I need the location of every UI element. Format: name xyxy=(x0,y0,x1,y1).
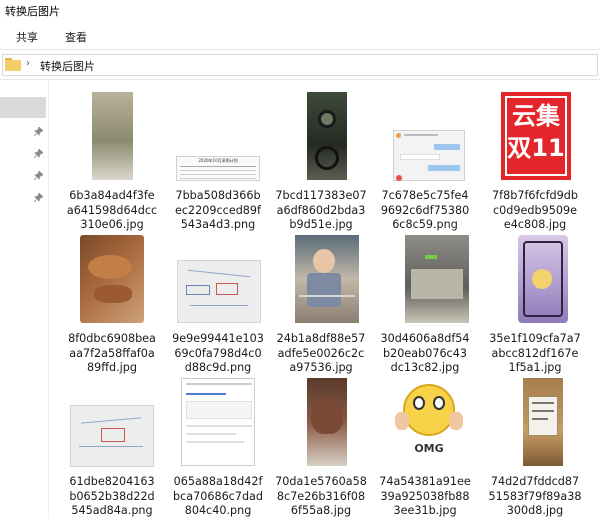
file-name-line: aa7f2a58ffaf0a xyxy=(69,346,155,360)
file-name-line: 3ee31b.jpg xyxy=(393,504,457,517)
file-name-line: 9692c6df75380 xyxy=(380,203,470,217)
file-name-line: 6c8c59.png xyxy=(392,218,458,231)
file-name-line: 7f8b7f6fcfd9db xyxy=(492,189,578,202)
file-name-line: 065a88a18d42f xyxy=(173,475,263,488)
file-name-line: 74a54381a91ee xyxy=(379,475,471,488)
title-bar: 转换后图片 xyxy=(0,0,600,24)
pin-icon[interactable] xyxy=(34,127,43,136)
file-name-line: 7bba508d366b xyxy=(175,189,261,202)
file-name-line: 30d4606a8df54 xyxy=(380,332,470,345)
image-icon xyxy=(483,233,587,325)
image-icon xyxy=(373,233,477,325)
file-name-line: a6df860d2bda3 xyxy=(276,203,366,217)
file-name-line: a97536.jpg xyxy=(289,361,353,374)
file-name-line: c0d9edb9509e xyxy=(493,203,577,217)
file-name-line: 804c40.png xyxy=(184,504,252,517)
file-name-line: 24b1a8df88e57 xyxy=(276,332,366,345)
file-grid: 6b3a84ad4f3fe a641598d64dcc 310e06.jpg 2… xyxy=(49,80,600,519)
file-name-line: abcc812df167e xyxy=(491,346,579,360)
file-name-line: 61dbe8204163 xyxy=(69,475,155,488)
address-input[interactable]: › 转换后图片 xyxy=(2,54,598,76)
file-name-line: dc13c82.jpg xyxy=(390,361,460,374)
file-name-line: 70da1e5760a58 xyxy=(275,475,367,488)
file-name-line: 7c678e5c75fe4 xyxy=(381,189,469,202)
address-bar: › 转换后图片 xyxy=(0,50,600,80)
file-name-line: 9e9e99441e103 xyxy=(172,332,264,345)
breadcrumb-current-folder[interactable]: 转换后图片 xyxy=(40,58,95,74)
file-name-line: 300d8.jpg xyxy=(506,504,564,517)
file-name-line: adfe5e0026c2c xyxy=(277,346,365,360)
image-icon xyxy=(166,233,270,325)
image-icon xyxy=(373,90,477,182)
image-icon xyxy=(60,90,164,182)
promo-text-line2: 双11 xyxy=(507,134,565,162)
folder-icon xyxy=(5,58,21,71)
chevron-right-icon[interactable]: › xyxy=(26,58,30,69)
file-name-line: 7bcd117383e07 xyxy=(275,189,367,202)
pin-icon[interactable] xyxy=(34,171,43,180)
file-name-line: a641598d64dcc xyxy=(66,203,158,217)
file-name-line: 35e1f109cfa7a7 xyxy=(489,332,581,345)
doc-heading: 2020年10月采购计划 xyxy=(198,158,238,163)
nav-item-selected[interactable] xyxy=(0,97,46,118)
window-title: 转换后图片 xyxy=(5,5,60,18)
file-name-line: 310e06.jpg xyxy=(80,218,144,231)
file-name-line: 543a4d3.png xyxy=(180,218,256,231)
file-name-line: b20eab076c43 xyxy=(383,346,467,360)
file-name-line: 6f55a8.jpg xyxy=(290,504,352,517)
file-name-line: ec2209cced89f xyxy=(175,203,261,217)
file-name-line: 1f5a1.jpg xyxy=(508,361,562,374)
file-name-line: b0652b38d22d xyxy=(69,489,155,503)
image-icon xyxy=(269,90,373,182)
file-name-line: 545ad84a.png xyxy=(71,504,153,517)
promo-text-line1: 云集 xyxy=(512,102,560,130)
image-icon xyxy=(166,376,270,468)
file-name-line: bca70686c7dad xyxy=(172,489,264,503)
file-name-line: d88c9d.png xyxy=(184,361,252,374)
tab-view[interactable]: 查看 xyxy=(65,29,87,45)
image-icon: 云集 双11 xyxy=(483,90,587,182)
emoji-caption: OMG xyxy=(414,442,444,455)
file-name-line: 89ffd.jpg xyxy=(87,361,137,374)
file-name-line: 6b3a84ad4f3fe xyxy=(69,189,155,202)
file-name-line: 8c7e26b316f08 xyxy=(276,489,366,503)
pin-icon[interactable] xyxy=(34,193,43,202)
image-icon xyxy=(269,233,373,325)
file-name-line: 74d2d7fddcd87 xyxy=(490,475,580,488)
file-name-line: b9d51e.jpg xyxy=(289,218,353,231)
navigation-pane xyxy=(0,80,49,519)
image-icon: 2020年10月采购计划 xyxy=(166,90,270,182)
image-icon xyxy=(60,233,164,325)
image-icon: OMG xyxy=(373,376,477,468)
file-name-line: e4c808.jpg xyxy=(503,218,567,231)
image-icon xyxy=(60,376,164,468)
file-name-line: 39a925038fb88 xyxy=(380,489,470,503)
tab-share[interactable]: 共享 xyxy=(16,29,38,45)
file-name-line: 69c0fa798d4c0 xyxy=(174,346,262,360)
file-name-line: 8f0dbc6908bea xyxy=(68,332,156,345)
pin-icon[interactable] xyxy=(34,149,43,158)
image-icon xyxy=(269,376,373,468)
file-name-line: 51583f79f89a38 xyxy=(488,489,582,503)
image-icon xyxy=(483,376,587,468)
ribbon: 共享 查看 xyxy=(0,24,600,50)
